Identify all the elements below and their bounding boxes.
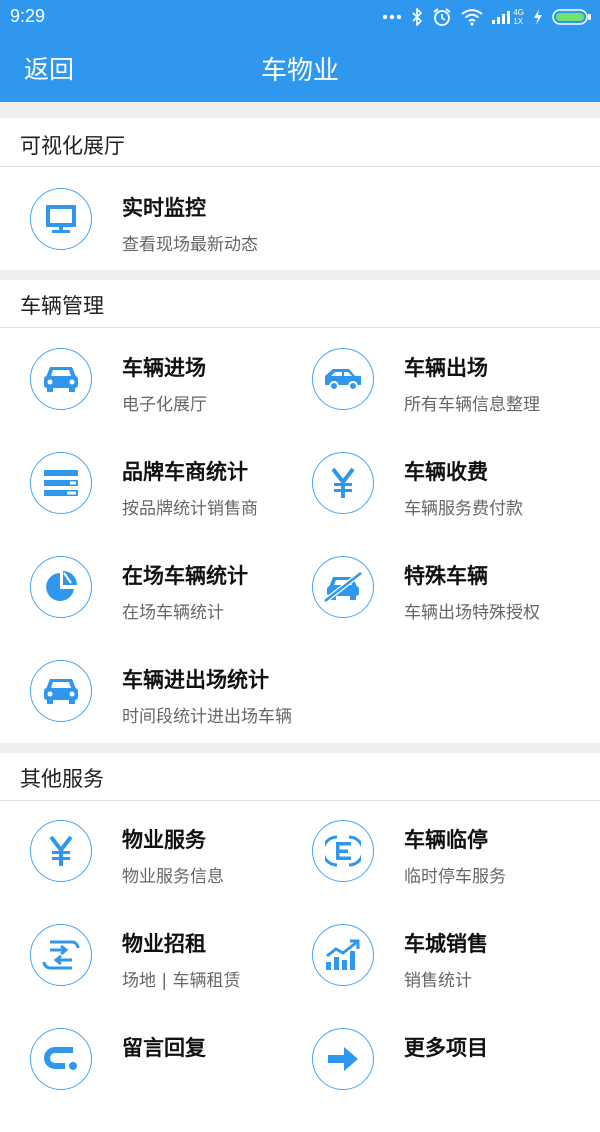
- bars-list-icon: [30, 452, 92, 514]
- item-vehicle-entry[interactable]: 车辆进场 电子化展厅: [20, 348, 300, 452]
- section-title-vehicle: 车辆管理: [20, 294, 104, 318]
- divider: [0, 800, 600, 801]
- item-desc: 查看现场最新动态: [122, 235, 258, 255]
- network-type-label: 4G: [513, 8, 524, 17]
- item-car-city-sales[interactable]: 车城销售 销售统计: [302, 924, 582, 1028]
- item-special-vehicle[interactable]: 特殊车辆 车辆出场特殊授权: [302, 556, 582, 660]
- section-gap: [0, 102, 600, 118]
- item-name: 品牌车商统计: [122, 460, 248, 484]
- arrow-right-icon: [312, 1028, 374, 1090]
- wifi-icon: [461, 8, 483, 26]
- item-desc: 在场车辆统计: [122, 603, 224, 623]
- item-name: 车辆收费: [404, 460, 488, 484]
- charging-icon: [533, 8, 543, 26]
- item-desc: 车辆出场特殊授权: [404, 603, 540, 623]
- item-desc: 时间段统计进出场车辆: [122, 707, 292, 727]
- item-property-lease[interactable]: 物业招租 场地 | 车辆租赁: [20, 924, 300, 1028]
- section-title-visual: 可视化展厅: [20, 134, 125, 158]
- item-name: 特殊车辆: [404, 564, 488, 588]
- yen-icon: [312, 452, 374, 514]
- item-more-projects[interactable]: 更多项目: [302, 1028, 582, 1132]
- item-desc: 场地 | 车辆租赁: [122, 971, 241, 991]
- yen-icon: [30, 820, 92, 882]
- item-name: 物业招租: [122, 932, 206, 956]
- reply-icon: [30, 1028, 92, 1090]
- item-name: 车辆出场: [404, 356, 488, 380]
- item-desc: 销售统计: [404, 971, 472, 991]
- section-gap: [0, 743, 600, 753]
- divider: [0, 166, 600, 167]
- battery-icon: [552, 8, 592, 26]
- item-name: 实时监控: [122, 196, 206, 220]
- item-desc: 按品牌统计销售商: [122, 499, 258, 519]
- item-temp-parking[interactable]: 车辆临停 临时停车服务: [302, 820, 582, 924]
- alarm-icon: [432, 7, 452, 27]
- status-icons: 4G 1X: [382, 7, 592, 27]
- item-vehicle-exit[interactable]: 车辆出场 所有车辆信息整理: [302, 348, 582, 452]
- item-vehicle-fee[interactable]: 车辆收费 车辆服务费付款: [302, 452, 582, 556]
- item-message-reply[interactable]: 留言回复: [20, 1028, 300, 1132]
- item-desc: 物业服务信息: [122, 867, 224, 887]
- more-dots-icon: [382, 14, 402, 20]
- item-name: 车辆临停: [404, 828, 488, 852]
- item-name: 更多项目: [404, 1036, 488, 1060]
- car-front-icon: [30, 348, 92, 410]
- item-desc: 车辆服务费付款: [404, 499, 523, 519]
- bluetooth-icon: [411, 8, 423, 26]
- page-title: 车物业: [260, 56, 339, 86]
- divider: [0, 327, 600, 328]
- item-name: 物业服务: [122, 828, 206, 852]
- parking-e-icon: [312, 820, 374, 882]
- nav-bar: 返回 车物业: [0, 34, 600, 102]
- signal-4g-icon: 4G 1X: [492, 8, 524, 26]
- item-name: 车城销售: [404, 932, 488, 956]
- item-desc: 电子化展厅: [122, 395, 207, 415]
- item-onsite-stats[interactable]: 在场车辆统计 在场车辆统计: [20, 556, 300, 660]
- item-desc: 临时停车服务: [404, 867, 506, 887]
- car-crossed-icon: [312, 556, 374, 618]
- item-name: 在场车辆统计: [122, 564, 248, 588]
- growth-chart-icon: [312, 924, 374, 986]
- network-type-label-2: 1X: [513, 17, 524, 26]
- section-title-other: 其他服务: [20, 767, 104, 791]
- section-gap: [0, 270, 600, 280]
- car-front-icon: [30, 660, 92, 722]
- item-desc: 所有车辆信息整理: [404, 395, 540, 415]
- status-time: 9:29: [10, 6, 46, 26]
- status-bar: 9:29 4G 1X: [0, 0, 600, 34]
- item-name: 车辆进场: [122, 356, 206, 380]
- item-property-service[interactable]: 物业服务 物业服务信息: [20, 820, 300, 924]
- monitor-icon: [30, 188, 92, 250]
- car-side-icon: [312, 348, 374, 410]
- item-name: 车辆进出场统计: [122, 668, 269, 692]
- exchange-icon: [30, 924, 92, 986]
- item-name: 留言回复: [122, 1036, 206, 1060]
- pie-chart-icon: [30, 556, 92, 618]
- item-brand-stats[interactable]: 品牌车商统计 按品牌统计销售商: [20, 452, 300, 556]
